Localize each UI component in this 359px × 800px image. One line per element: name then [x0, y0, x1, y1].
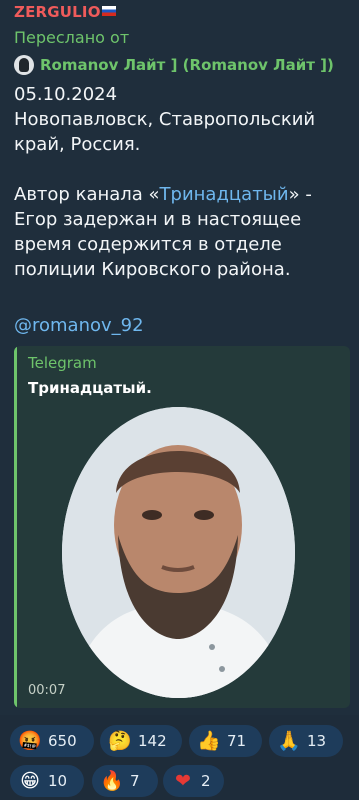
body-suffix: » -: [288, 184, 312, 205]
forwarded-source[interactable]: Romanov Лайт ] (Romanov Лайт ]): [14, 53, 359, 77]
reaction-swearing[interactable]: 🤬 650: [10, 725, 94, 757]
reaction-count: 142: [138, 732, 167, 750]
red-heart-icon: ❤: [175, 770, 191, 792]
preview-accent-bar: [14, 346, 17, 708]
message-location-line1: Новопавловск, Ставропольский: [14, 109, 316, 130]
reaction-count: 2: [201, 772, 211, 790]
video-duration: 00:07: [28, 683, 66, 698]
thumbs-up-icon: 👍: [197, 730, 221, 752]
reaction-count: 71: [227, 732, 247, 750]
thinking-face-icon: 🤔: [108, 730, 132, 752]
reaction-count: 650: [48, 732, 77, 750]
forwarded-avatar[interactable]: [14, 55, 34, 75]
russia-flag-icon: [101, 6, 116, 16]
message-body-line3: время содержится в отделе: [14, 234, 282, 255]
reaction-count: 7: [130, 772, 140, 790]
video-message-circle[interactable]: [62, 407, 295, 698]
preview-title: Тринадцатый.: [28, 379, 152, 397]
link-preview[interactable]: Telegram Тринадцатый. 00:07: [14, 346, 350, 708]
channel-link[interactable]: Тринадцатый: [160, 184, 289, 205]
message-body-line4: полиции Кировского района.: [14, 259, 291, 280]
sender-name-text[interactable]: ZERGULIO: [14, 3, 101, 21]
reaction-thinking[interactable]: 🤔 142: [100, 725, 182, 757]
message-body-line2: Егор задержан и в настоящее: [14, 209, 302, 230]
mention-link[interactable]: @romanov_92: [14, 313, 144, 338]
sender-name[interactable]: ZERGULIO: [14, 3, 116, 21]
reaction-count: 10: [48, 772, 68, 790]
reaction-fire[interactable]: 🔥 7: [92, 765, 158, 797]
message-date: 05.10.2024: [14, 84, 118, 105]
body-prefix: Автор канала «: [14, 184, 160, 205]
grinning-face-icon: 😁: [20, 770, 40, 792]
message-bubble: ZERGULIO Переслано от Romanov Лайт ] (Ro…: [0, 0, 359, 715]
fire-icon: 🔥: [100, 770, 124, 792]
forwarded-label: Переслано от: [14, 28, 130, 47]
praying-hands-icon: 🙏: [277, 730, 301, 752]
reaction-grinning[interactable]: 😁 10: [10, 765, 84, 797]
swearing-face-icon: 🤬: [18, 730, 42, 752]
message-body-line1: Автор канала «Тринадцатый» -: [14, 182, 312, 207]
reaction-thumbs-up[interactable]: 👍 71: [189, 725, 262, 757]
message-location-line2: край, Россия.: [14, 134, 141, 155]
person-portrait-icon: [62, 407, 295, 698]
reaction-heart[interactable]: ❤ 2: [163, 765, 224, 797]
preview-site-name: Telegram: [28, 354, 97, 372]
reaction-praying[interactable]: 🙏 13: [269, 725, 343, 757]
reactions-bar: 🤬 650 🤔 142 👍 71 🙏 13 😁 10 🔥 7 ❤ 2: [0, 716, 359, 800]
reaction-count: 13: [307, 732, 327, 750]
forwarded-source-name[interactable]: Romanov Лайт ] (Romanov Лайт ]): [40, 56, 334, 74]
